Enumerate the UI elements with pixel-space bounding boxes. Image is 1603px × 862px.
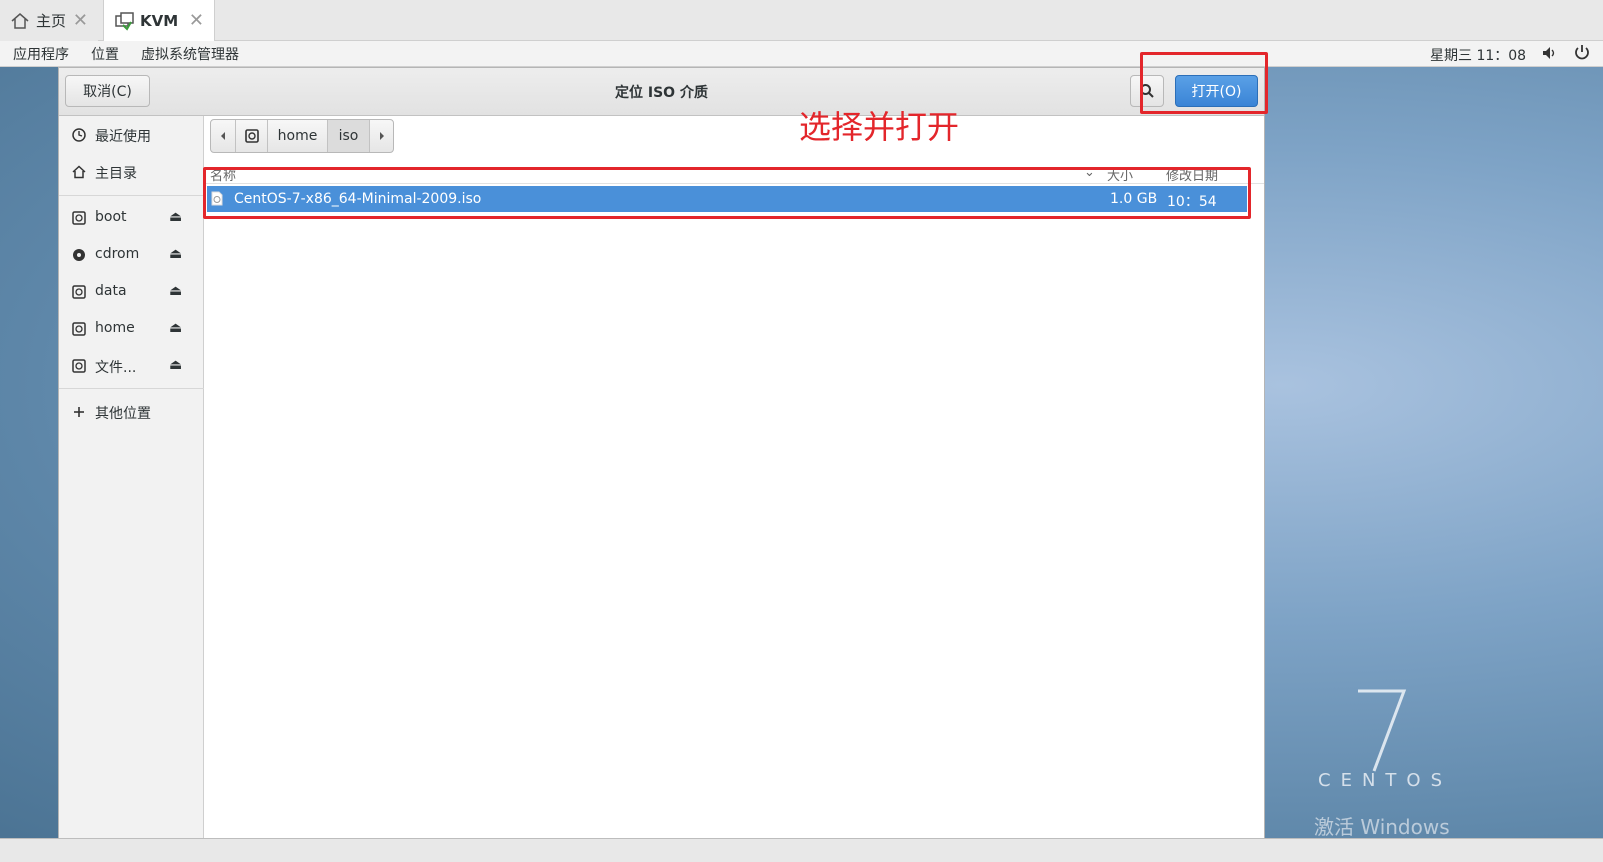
annotation-text: 选择并打开 [799,108,960,146]
dialog-header: 取消(C) 定位 ISO 介质 打开(O) [59,68,1264,116]
sidebar-item-cdrom[interactable]: cdrom ⏏ [59,238,204,272]
path-segment-iso[interactable]: iso [328,120,370,152]
tab-kvm[interactable]: KVM ✕ [103,0,215,41]
bottom-taskbar [0,838,1603,862]
vm-icon [114,11,134,31]
sidebar-item-recent[interactable]: 最近使用 [59,118,204,152]
sidebar-item-home-dir[interactable]: 主目录 [59,155,204,189]
places-sidebar: 最近使用 主目录 boot ⏏ cdrom ⏏ data ⏏ home ⏏ 文件… [59,116,204,856]
menu-places[interactable]: 位置 [91,44,119,64]
sidebar-separator [59,388,204,389]
sidebar-item-home[interactable]: home ⏏ [59,312,204,346]
path-bar: home iso [210,119,394,153]
annotation-box-open [1140,52,1268,114]
volume-icon[interactable] [1541,44,1559,66]
power-icon[interactable] [1573,43,1591,65]
eject-icon[interactable]: ⏏ [169,209,182,225]
home-icon [10,11,30,31]
tab-label: KVM [140,11,179,30]
clock-icon [72,128,86,142]
path-back-button[interactable] [211,120,236,152]
sidebar-item-other-locations[interactable]: 其他位置 [59,395,204,429]
dialog-title: 定位 ISO 介质 [615,85,708,101]
eject-icon[interactable]: ⏏ [169,357,182,373]
sidebar-item-files[interactable]: 文件... ⏏ [59,349,204,383]
close-icon[interactable]: ✕ [189,10,204,31]
chevron-right-icon [379,132,384,140]
sidebar-item-data[interactable]: data ⏏ [59,275,204,309]
plus-icon [74,407,84,417]
activate-windows-watermark: 激活 Windows [1314,815,1450,839]
drive-icon [72,322,86,336]
chevron-left-icon [221,132,225,140]
eject-icon[interactable]: ⏏ [169,320,182,336]
path-forward-button[interactable] [370,120,393,152]
centos-seven-logo [1358,689,1407,772]
sidebar-separator [59,195,204,196]
tab-home[interactable]: 主页 ✕ [0,0,98,41]
drive-icon [72,211,86,225]
home-icon [72,165,86,179]
tab-bar: 主页 ✕ KVM ✕ [0,0,1603,41]
path-root-button[interactable] [236,120,268,152]
disc-icon [73,249,85,261]
close-icon[interactable]: ✕ [73,10,88,31]
drive-icon [244,129,259,143]
menu-applications[interactable]: 应用程序 [13,44,69,64]
sidebar-item-boot[interactable]: boot ⏏ [59,201,204,235]
drive-icon [72,285,86,299]
drive-icon [72,359,86,373]
top-panel: 应用程序 位置 虚拟系统管理器 星期三 11：08 [0,41,1603,67]
path-segment-home[interactable]: home [268,120,328,152]
tab-label: 主页 [36,12,67,30]
clock[interactable]: 星期三 11：08 [1430,45,1526,65]
eject-icon[interactable]: ⏏ [169,283,182,299]
eject-icon[interactable]: ⏏ [169,246,182,262]
annotation-box-file [203,167,1251,219]
menu-virt-manager[interactable]: 虚拟系统管理器 [141,44,239,64]
centos-wordmark: CENTOS [1318,770,1452,791]
